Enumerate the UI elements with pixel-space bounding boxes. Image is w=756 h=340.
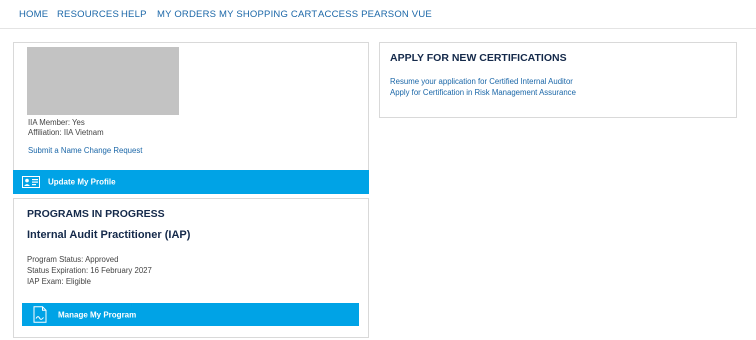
iap-exam-status: IAP Exam: Eligible bbox=[27, 277, 91, 286]
nav-help[interactable]: HELP bbox=[121, 9, 147, 20]
nav-home[interactable]: HOME bbox=[19, 9, 48, 20]
top-navigation: HOME RESOURCES HELP MY ORDERS MY SHOPPIN… bbox=[0, 0, 756, 29]
manage-program-button[interactable]: Manage My Program bbox=[22, 303, 359, 326]
update-profile-label: Update My Profile bbox=[48, 177, 116, 187]
iia-member-status: IIA Member: Yes bbox=[28, 118, 85, 127]
document-signature-icon bbox=[32, 306, 48, 325]
apply-crma-link[interactable]: Apply for Certification in Risk Manageme… bbox=[390, 88, 576, 97]
programs-heading: PROGRAMS IN PROGRESS bbox=[27, 208, 165, 220]
profile-card-icon bbox=[22, 176, 40, 190]
nav-resources[interactable]: RESOURCES bbox=[57, 9, 119, 20]
program-title: Internal Audit Practitioner (IAP) bbox=[27, 229, 191, 241]
update-profile-button[interactable]: Update My Profile bbox=[13, 170, 369, 194]
apply-heading: APPLY FOR NEW CERTIFICATIONS bbox=[390, 52, 567, 64]
profile-photo-placeholder bbox=[27, 47, 179, 115]
program-status: Program Status: Approved bbox=[27, 255, 119, 264]
nav-my-orders[interactable]: MY ORDERS bbox=[157, 9, 216, 20]
affiliation: Affiliation: IIA Vietnam bbox=[28, 128, 104, 137]
resume-cia-application-link[interactable]: Resume your application for Certified In… bbox=[390, 77, 573, 86]
name-change-link[interactable]: Submit a Name Change Request bbox=[28, 146, 142, 155]
nav-access-pearson-vue[interactable]: ACCESS PEARSON VUE bbox=[318, 9, 432, 20]
manage-program-label: Manage My Program bbox=[58, 310, 137, 319]
status-expiration: Status Expiration: 16 February 2027 bbox=[27, 266, 152, 275]
nav-my-shopping-cart[interactable]: MY SHOPPING CART bbox=[219, 9, 317, 20]
